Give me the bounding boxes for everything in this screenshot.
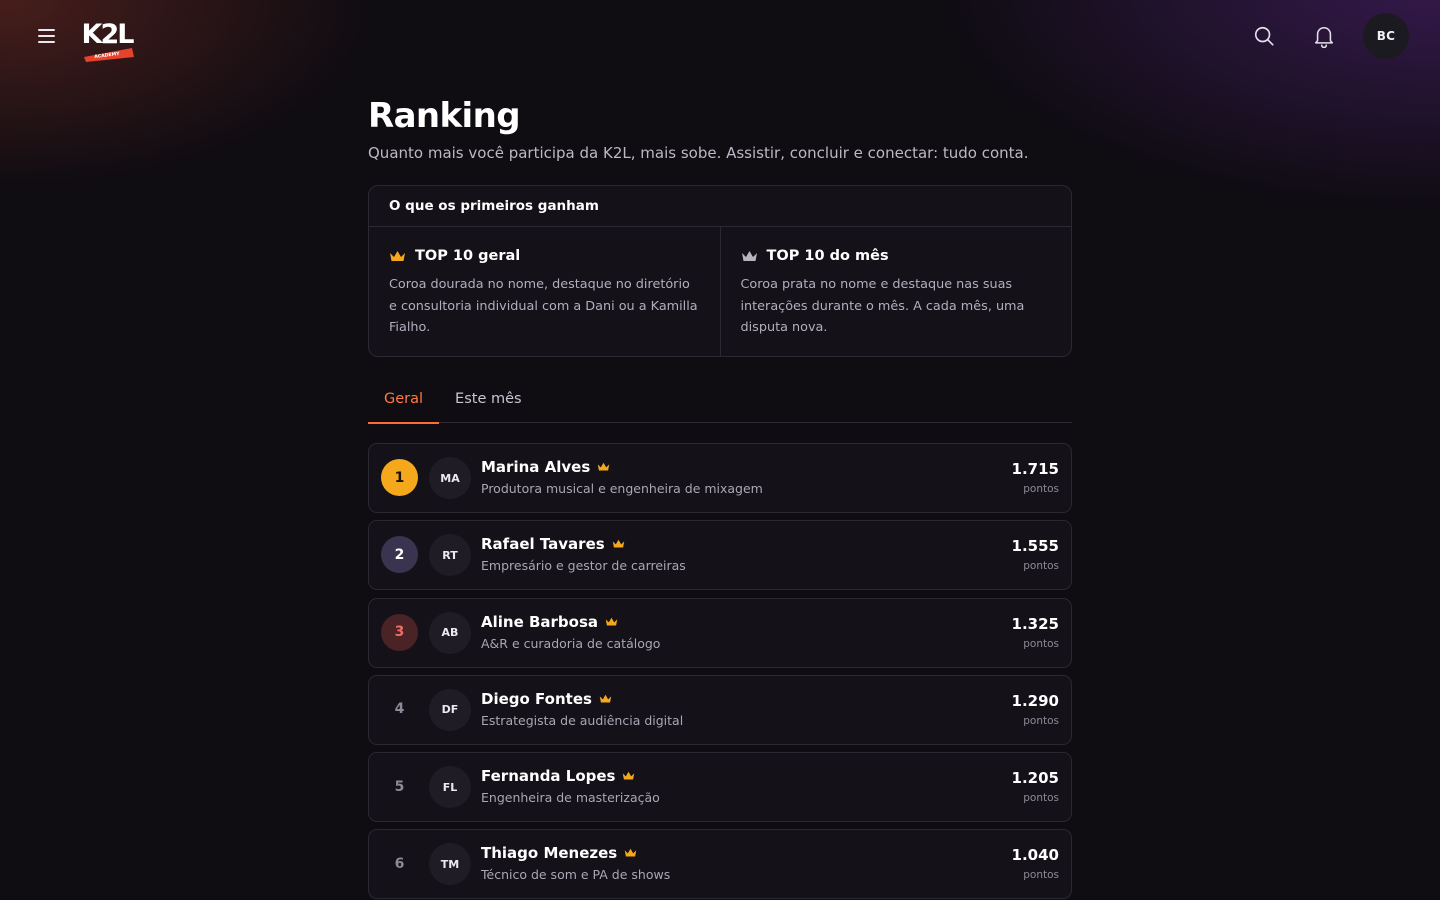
ranking-row[interactable]: 2 RT Rafael Tavares Empresário e gestor … bbox=[368, 520, 1072, 591]
ranking-row[interactable]: 5 FL Fernanda Lopes Engenheira de master… bbox=[368, 752, 1072, 823]
bell-icon[interactable] bbox=[1307, 19, 1341, 53]
gold-crown-icon bbox=[598, 462, 610, 471]
member-role: Empresário e gestor de carreiras bbox=[481, 558, 686, 574]
points-label: pontos bbox=[1023, 869, 1059, 882]
ranking-row[interactable]: 3 AB Aline Barbosa A&R e curadoria de ca… bbox=[368, 597, 1072, 668]
logo-text: K2L bbox=[82, 19, 135, 50]
member-role: Estrategista de audiência digital bbox=[481, 712, 684, 728]
avatar: AB bbox=[429, 611, 471, 654]
gold-crown-icon bbox=[390, 250, 405, 261]
silver-crown-icon bbox=[741, 250, 757, 261]
k2l-academy-logo[interactable]: ACADEMY K2L bbox=[78, 10, 136, 62]
ranking-list: 1 MA Marina Alves Produtora musical e en… bbox=[368, 443, 1072, 900]
rank-badge: 6 bbox=[394, 855, 405, 872]
page-title: Ranking bbox=[368, 96, 521, 136]
rank-badge: 1 bbox=[381, 459, 418, 496]
main-content: Ranking Quanto mais você participa da K2… bbox=[368, 96, 1072, 900]
page-subtitle: Quanto mais você participa da K2L, mais … bbox=[368, 144, 1029, 162]
menu-icon[interactable] bbox=[30, 22, 62, 50]
rewards-heading: O que os primeiros ganham bbox=[369, 186, 1071, 227]
ranking-row[interactable]: 4 DF Diego Fontes Estrategista de audiên… bbox=[368, 674, 1072, 745]
avatar: TM bbox=[429, 843, 471, 886]
points-label: pontos bbox=[1023, 637, 1059, 650]
ranking-row[interactable]: 6 TM Thiago Menezes Técnico de som e PA … bbox=[368, 829, 1072, 900]
points-value: 1.325 bbox=[1011, 614, 1059, 633]
member-name[interactable]: Marina Alves bbox=[481, 458, 590, 476]
member-role: A&R e curadoria de catálogo bbox=[481, 635, 661, 651]
gold-crown-icon bbox=[623, 771, 635, 780]
member-role: Engenheira de masterização bbox=[481, 790, 660, 806]
reward-top10-overall: TOP 10 geral Coroa dourada no nome, dest… bbox=[369, 227, 720, 356]
top-bar: ACADEMY K2L BC bbox=[0, 0, 1440, 72]
avatar: RT bbox=[429, 534, 471, 577]
avatar: FL bbox=[429, 766, 471, 809]
member-name[interactable]: Thiago Menezes bbox=[481, 844, 617, 862]
reward-top10-month: TOP 10 do mês Coroa prata no nome e dest… bbox=[719, 227, 1072, 356]
member-name[interactable]: Aline Barbosa bbox=[481, 613, 598, 631]
user-avatar-initials: BC bbox=[1376, 29, 1396, 43]
member-role: Técnico de som e PA de shows bbox=[481, 867, 671, 883]
reward-title: TOP 10 geral bbox=[415, 248, 521, 264]
rank-badge: 4 bbox=[394, 701, 405, 718]
gold-crown-icon bbox=[612, 540, 624, 548]
avatar: MA bbox=[429, 457, 471, 499]
search-icon[interactable] bbox=[1247, 19, 1281, 53]
ranking-row[interactable]: 1 MA Marina Alves Produtora musical e en… bbox=[368, 443, 1072, 513]
gold-crown-icon bbox=[624, 849, 637, 857]
member-name[interactable]: Rafael Tavares bbox=[481, 535, 605, 553]
member-name[interactable]: Diego Fontes bbox=[481, 690, 592, 708]
member-name[interactable]: Fernanda Lopes bbox=[481, 767, 615, 785]
tab-geral[interactable]: Geral bbox=[368, 383, 440, 424]
rewards-card: O que os primeiros ganham TOP 10 geral C… bbox=[368, 185, 1072, 357]
points-value: 1.205 bbox=[1011, 769, 1059, 788]
points-label: pontos bbox=[1023, 483, 1059, 495]
gold-crown-icon bbox=[605, 617, 618, 626]
points-label: pontos bbox=[1023, 560, 1059, 573]
points-label: pontos bbox=[1023, 792, 1059, 805]
points-value: 1.715 bbox=[1011, 460, 1059, 478]
logo-mark: ACADEMY K2L bbox=[82, 19, 136, 62]
points-value: 1.040 bbox=[1011, 846, 1059, 865]
gold-crown-icon bbox=[599, 694, 612, 703]
points-label: pontos bbox=[1023, 714, 1059, 727]
points-value: 1.290 bbox=[1011, 691, 1059, 710]
ranking-tabs: Geral Este mês bbox=[368, 383, 1072, 424]
user-avatar-button[interactable]: BC bbox=[1363, 13, 1409, 59]
reward-description: Coroa prata no nome e destaque nas suas … bbox=[740, 277, 1025, 335]
points-value: 1.555 bbox=[1011, 537, 1059, 556]
rank-badge: 3 bbox=[381, 613, 418, 651]
tab-este-mes[interactable]: Este mês bbox=[439, 383, 538, 423]
reward-description: Coroa dourada no nome, destaque no diret… bbox=[389, 277, 698, 335]
rank-badge: 2 bbox=[381, 536, 418, 574]
reward-title: TOP 10 do mês bbox=[766, 248, 889, 264]
member-role: Produtora musical e engenheira de mixage… bbox=[481, 481, 763, 496]
rank-badge: 5 bbox=[394, 778, 405, 795]
avatar: DF bbox=[429, 688, 471, 731]
